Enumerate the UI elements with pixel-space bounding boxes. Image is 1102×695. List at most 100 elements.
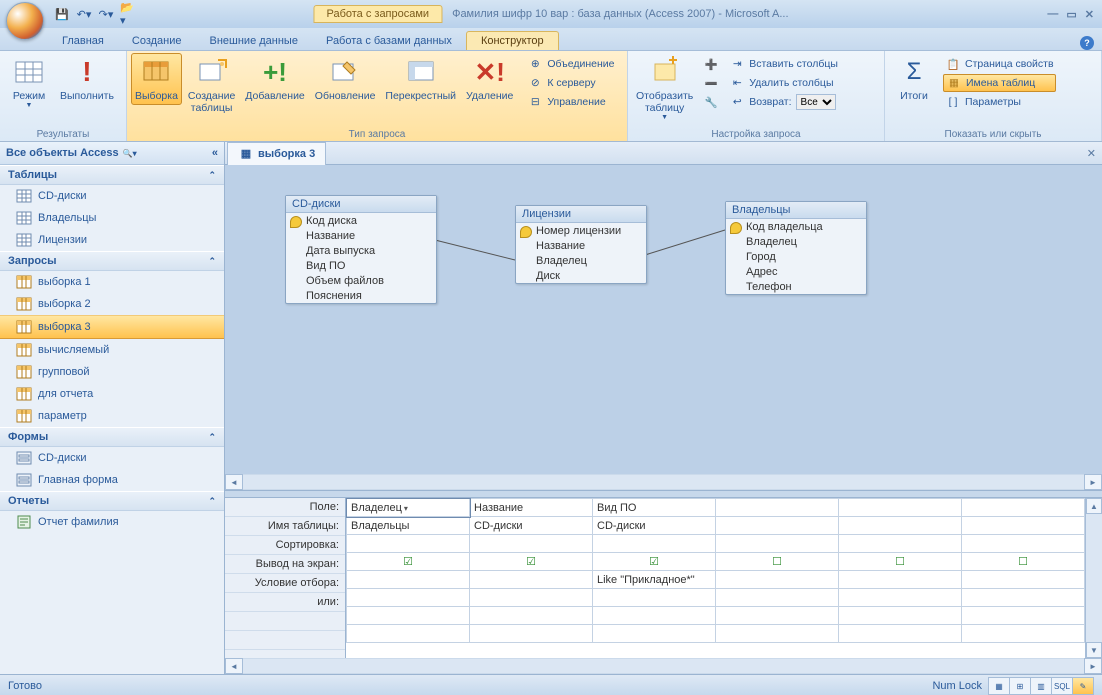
- nav-category-forms[interactable]: Формы⌃: [0, 427, 224, 447]
- splitter[interactable]: [225, 490, 1102, 498]
- grid-cell[interactable]: ☐: [839, 553, 962, 571]
- grid-cell[interactable]: [347, 589, 470, 607]
- query-designer-upper[interactable]: CD-диски Код дискаНазваниеДата выпускаВи…: [225, 165, 1102, 474]
- grid-cell[interactable]: [839, 607, 962, 625]
- insertrows-button[interactable]: ➕: [701, 55, 721, 73]
- grid-cell[interactable]: [716, 589, 839, 607]
- grid-cell[interactable]: [962, 589, 1085, 607]
- deletecols-button[interactable]: ⇤Удалить столбцы: [727, 74, 840, 92]
- maketable-button[interactable]: Создание таблицы: [184, 53, 239, 117]
- view-button[interactable]: Режим▼: [4, 53, 54, 112]
- pivotchart-view-button[interactable]: ▥: [1031, 678, 1052, 694]
- table-field[interactable]: Название: [516, 238, 646, 253]
- scroll-up-icon[interactable]: ▲: [1086, 498, 1102, 514]
- scroll-right-icon[interactable]: ►: [1084, 658, 1102, 674]
- nav-category-queries[interactable]: Запросы⌃: [0, 251, 224, 271]
- deleterows-button[interactable]: ➖: [701, 74, 721, 92]
- sql-view-button[interactable]: SQL: [1052, 678, 1073, 694]
- redo-icon[interactable]: ↷▾: [98, 6, 114, 22]
- grid-cell[interactable]: Вид ПО: [593, 499, 716, 517]
- grid-cell[interactable]: ☑: [347, 553, 470, 571]
- grid-cell[interactable]: [716, 607, 839, 625]
- nav-item[interactable]: выборка 3: [0, 315, 224, 339]
- grid-cell[interactable]: [470, 607, 593, 625]
- grid-cell[interactable]: [962, 625, 1085, 643]
- grid-cell[interactable]: [839, 589, 962, 607]
- grid-cell[interactable]: ☐: [716, 553, 839, 571]
- nav-item[interactable]: вычисляемый: [0, 339, 224, 361]
- designer-hscrollbar[interactable]: ◄►: [225, 474, 1102, 490]
- tab-home[interactable]: Главная: [48, 32, 118, 50]
- grid-columns[interactable]: Владелец▾НазваниеВид ПОВладельцыCD-диски…: [346, 498, 1085, 658]
- grid-cell[interactable]: [470, 589, 593, 607]
- passthrough-button[interactable]: ⊘К серверу: [525, 74, 616, 92]
- table-field[interactable]: Владелец: [726, 234, 866, 249]
- nav-item[interactable]: для отчета: [0, 383, 224, 405]
- open-icon[interactable]: 📂▾: [120, 6, 136, 22]
- table-field[interactable]: Код диска: [286, 213, 436, 228]
- grid-cell[interactable]: [593, 589, 716, 607]
- grid-cell[interactable]: [839, 535, 962, 553]
- nav-category-reports[interactable]: Отчеты⌃: [0, 491, 224, 511]
- table-field[interactable]: Диск: [516, 268, 646, 283]
- table-field[interactable]: Вид ПО: [286, 258, 436, 273]
- table-box-licenses[interactable]: Лицензии Номер лицензииНазваниеВладелецД…: [515, 205, 647, 284]
- grid-cell[interactable]: ☑: [593, 553, 716, 571]
- grid-cell[interactable]: [347, 625, 470, 643]
- close-button[interactable]: ✕: [1085, 8, 1094, 21]
- save-icon[interactable]: 💾: [54, 6, 70, 22]
- grid-cell[interactable]: [962, 571, 1085, 589]
- builder-button[interactable]: 🔧: [701, 93, 721, 111]
- nav-item[interactable]: Владельцы: [0, 207, 224, 229]
- nav-item[interactable]: CD-диски: [0, 447, 224, 469]
- grid-cell[interactable]: [347, 607, 470, 625]
- collapse-icon[interactable]: «: [212, 147, 218, 159]
- grid-cell[interactable]: Like "Прикладное*": [593, 571, 716, 589]
- scroll-left-icon[interactable]: ◄: [225, 474, 243, 490]
- grid-cell[interactable]: [470, 571, 593, 589]
- grid-hscrollbar[interactable]: ◄►: [225, 658, 1102, 674]
- grid-cell[interactable]: [716, 625, 839, 643]
- grid-cell[interactable]: [347, 571, 470, 589]
- datasheet-view-button[interactable]: ▦: [989, 678, 1010, 694]
- table-field[interactable]: Пояснения: [286, 288, 436, 303]
- nav-category-tables[interactable]: Таблицы⌃: [0, 165, 224, 185]
- nav-item[interactable]: параметр: [0, 405, 224, 427]
- scroll-down-icon[interactable]: ▼: [1086, 642, 1102, 658]
- table-field[interactable]: Адрес: [726, 264, 866, 279]
- table-field[interactable]: Объем файлов: [286, 273, 436, 288]
- return-select[interactable]: Все: [796, 94, 836, 110]
- nav-item[interactable]: CD-диски: [0, 185, 224, 207]
- tab-create[interactable]: Создание: [118, 32, 196, 50]
- propsheet-button[interactable]: 📋Страница свойств: [943, 55, 1056, 73]
- design-view-button[interactable]: ✎: [1073, 678, 1093, 694]
- pivottable-view-button[interactable]: ⊞: [1010, 678, 1031, 694]
- undo-icon[interactable]: ↶▾: [76, 6, 92, 22]
- nav-item[interactable]: групповой: [0, 361, 224, 383]
- grid-cell[interactable]: [839, 571, 962, 589]
- update-button[interactable]: Обновление: [311, 53, 380, 105]
- nav-item[interactable]: Отчет фамилия: [0, 511, 224, 533]
- minimize-button[interactable]: —: [1047, 8, 1058, 21]
- nav-item[interactable]: выборка 2: [0, 293, 224, 315]
- grid-vscrollbar[interactable]: ▲▼: [1085, 498, 1102, 658]
- tab-database-tools[interactable]: Работа с базами данных: [312, 32, 466, 50]
- params-button[interactable]: [ ]Параметры: [943, 93, 1056, 111]
- append-button[interactable]: +!Добавление: [241, 53, 309, 105]
- grid-cell[interactable]: [839, 499, 962, 517]
- grid-cell[interactable]: [962, 517, 1085, 535]
- showtable-button[interactable]: Отобразить таблицу▼: [632, 53, 697, 124]
- nav-item[interactable]: Лицензии: [0, 229, 224, 251]
- run-button[interactable]: !Выполнить: [56, 53, 118, 105]
- grid-cell[interactable]: [962, 499, 1085, 517]
- grid-cell[interactable]: CD-диски: [470, 517, 593, 535]
- totals-button[interactable]: ΣИтоги: [889, 53, 939, 105]
- union-button[interactable]: ⊕Объединение: [525, 55, 616, 73]
- grid-cell[interactable]: [839, 625, 962, 643]
- grid-cell[interactable]: Название: [470, 499, 593, 517]
- scroll-right-icon[interactable]: ►: [1084, 474, 1102, 490]
- grid-cell[interactable]: ☑: [470, 553, 593, 571]
- nav-item[interactable]: выборка 1: [0, 271, 224, 293]
- grid-cell[interactable]: [839, 517, 962, 535]
- nav-header[interactable]: Все объекты Access🔍▾«: [0, 142, 224, 165]
